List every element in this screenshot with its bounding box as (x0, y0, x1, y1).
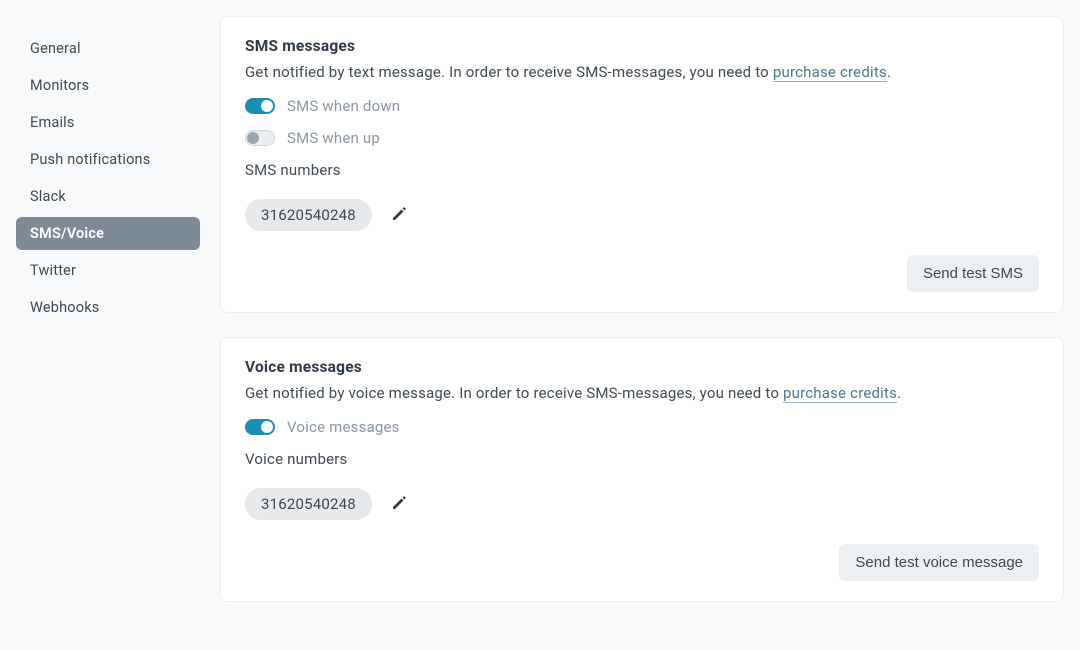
sidebar-item-monitors[interactable]: Monitors (16, 69, 200, 102)
sms-when-down-label: SMS when down (287, 97, 400, 115)
sms-card-description: Get notified by text message. In order t… (245, 63, 1039, 81)
sms-when-up-toggle[interactable] (245, 130, 275, 146)
voice-card-title: Voice messages (245, 358, 1039, 376)
sms-card-title: SMS messages (245, 37, 1039, 55)
voice-desc-prefix: Get notified by voice message. In order … (245, 384, 783, 402)
sms-when-down-toggle[interactable] (245, 98, 275, 114)
voice-numbers-label: Voice numbers (245, 450, 1039, 468)
sidebar: General Monitors Emails Push notificatio… (0, 0, 200, 626)
sms-number-pill: 31620540248 (245, 199, 372, 231)
sms-desc-suffix: . (887, 63, 891, 81)
sidebar-item-emails[interactable]: Emails (16, 106, 200, 139)
toggle-knob (261, 421, 273, 433)
voice-number-pill: 31620540248 (245, 488, 372, 520)
sidebar-item-sms-voice[interactable]: SMS/Voice (16, 217, 200, 250)
sidebar-item-twitter[interactable]: Twitter (16, 254, 200, 287)
voice-messages-label: Voice messages (287, 418, 400, 436)
main-content: SMS messages Get notified by text messag… (220, 0, 1080, 626)
sms-purchase-credits-link[interactable]: purchase credits (773, 63, 887, 82)
toggle-knob (261, 100, 273, 112)
send-test-voice-button[interactable]: Send test voice message (839, 544, 1039, 581)
pencil-icon[interactable] (390, 207, 406, 223)
sms-desc-prefix: Get notified by text message. In order t… (245, 63, 773, 81)
voice-messages-toggle[interactable] (245, 419, 275, 435)
voice-card-description: Get notified by voice message. In order … (245, 384, 1039, 402)
sms-card: SMS messages Get notified by text messag… (220, 16, 1064, 313)
pencil-icon[interactable] (390, 496, 406, 512)
voice-messages-row: Voice messages (245, 418, 1039, 436)
sms-numbers-label: SMS numbers (245, 161, 1039, 179)
voice-card: Voice messages Get notified by voice mes… (220, 337, 1064, 602)
voice-purchase-credits-link[interactable]: purchase credits (783, 384, 897, 403)
sms-card-footer: Send test SMS (245, 255, 1039, 292)
sidebar-item-webhooks[interactable]: Webhooks (16, 291, 200, 324)
sidebar-item-slack[interactable]: Slack (16, 180, 200, 213)
sidebar-item-general[interactable]: General (16, 32, 200, 65)
sms-when-up-row: SMS when up (245, 129, 1039, 147)
sms-when-down-row: SMS when down (245, 97, 1039, 115)
sms-when-up-label: SMS when up (287, 129, 380, 147)
voice-desc-suffix: . (897, 384, 901, 402)
sidebar-item-push-notifications[interactable]: Push notifications (16, 143, 200, 176)
voice-card-footer: Send test voice message (245, 544, 1039, 581)
sms-number-row: 31620540248 (245, 199, 1039, 231)
send-test-sms-button[interactable]: Send test SMS (907, 255, 1039, 292)
toggle-knob (247, 132, 259, 144)
voice-number-row: 31620540248 (245, 488, 1039, 520)
